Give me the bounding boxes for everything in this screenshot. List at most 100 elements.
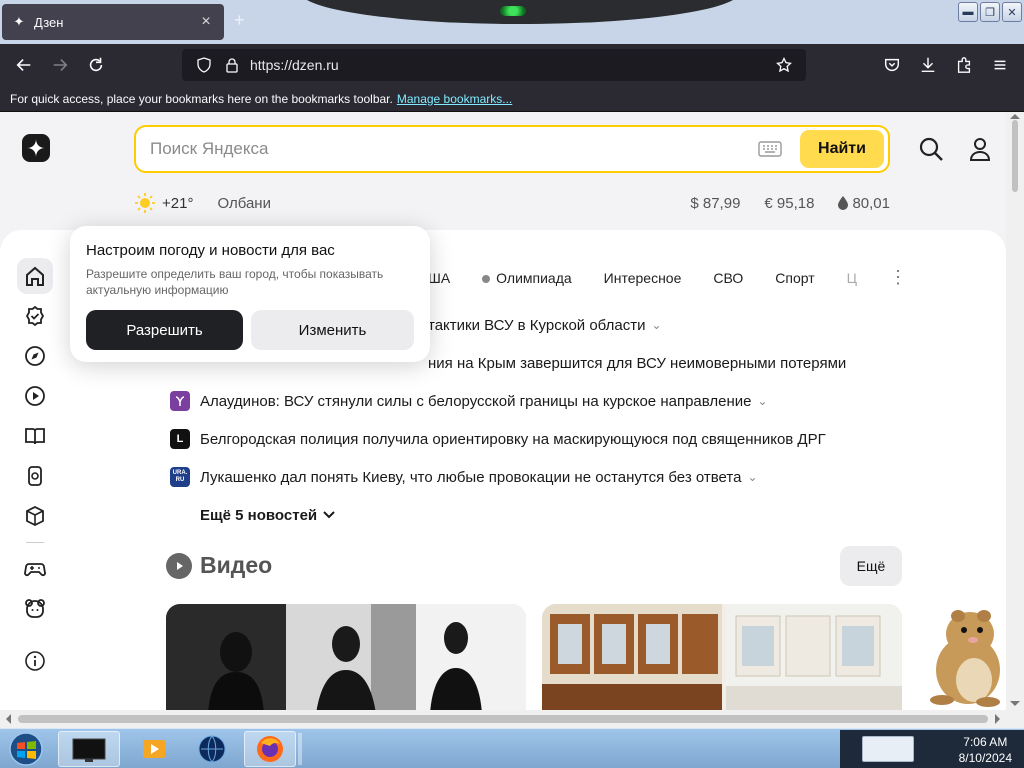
sidebar-item-kids[interactable]	[14, 589, 56, 629]
book-icon	[25, 428, 45, 445]
user-icon[interactable]	[968, 136, 992, 162]
scroll-down-arrow-icon[interactable]	[1010, 701, 1020, 706]
news-item[interactable]: L Белгородская полиция получила ориентир…	[170, 420, 890, 458]
sidebar-item-articles[interactable]	[14, 416, 56, 456]
sidebar-item-info[interactable]	[14, 641, 56, 681]
oil-rate[interactable]: 80,01	[838, 195, 890, 212]
hamster-mascot[interactable]	[918, 604, 1006, 708]
tab-interesting[interactable]: Интересное	[604, 270, 682, 286]
news-headline[interactable]: ния на Крым завершится для ВСУ неимоверн…	[428, 355, 846, 372]
more-news-button[interactable]: Ещё 5 новостей	[200, 498, 890, 532]
start-button[interactable]	[4, 731, 48, 767]
news-headline[interactable]: тактики ВСУ в Курской области	[428, 317, 645, 334]
sidebar-item-subscriptions[interactable]	[14, 296, 56, 336]
taskbar-app-firefox[interactable]	[244, 731, 296, 767]
video-more-button[interactable]: Ещё	[840, 546, 902, 586]
pocket-button[interactable]	[874, 49, 910, 81]
search-box: Найти	[134, 125, 890, 173]
download-icon	[921, 57, 935, 73]
gamepad-icon	[24, 563, 46, 577]
shield-icon[interactable]	[190, 55, 218, 75]
downloads-button[interactable]	[910, 49, 946, 81]
home-icon	[26, 266, 44, 286]
close-window-button[interactable]: ✕	[1002, 2, 1022, 22]
tab-close-icon[interactable]: ×	[198, 13, 214, 31]
taskbar-app-media[interactable]	[128, 731, 180, 767]
chevron-down-icon[interactable]: ⌄	[747, 470, 757, 484]
find-button[interactable]: Найти	[800, 130, 884, 168]
live-dot-icon	[482, 274, 491, 283]
back-button[interactable]	[6, 49, 42, 81]
scrollbar-thumb[interactable]	[1012, 120, 1018, 192]
city-name[interactable]: Олбани	[217, 195, 271, 212]
horizontal-scrollbar[interactable]	[0, 710, 1024, 728]
tab-olympics[interactable]: Олимпиада	[482, 270, 572, 286]
source-logo-ura: URA. RU	[170, 467, 190, 487]
vertical-scrollbar[interactable]	[1006, 112, 1024, 710]
video-thumbnail[interactable]	[542, 604, 902, 710]
bookmark-star-icon[interactable]	[770, 55, 798, 75]
chevron-down-icon[interactable]: ⌄	[757, 394, 767, 408]
info-line: +21° Олбани $ 87,99 € 95,18 80,01	[134, 192, 890, 214]
sidebar-item-shorts[interactable]	[14, 456, 56, 496]
allow-button[interactable]: Разрешить	[86, 310, 243, 351]
new-tab-button[interactable]: +	[234, 10, 245, 31]
scroll-up-arrow-icon[interactable]	[1010, 114, 1020, 119]
scroll-left-arrow-icon[interactable]	[6, 714, 11, 724]
check-badge-icon	[25, 305, 45, 327]
hamburger-icon	[994, 60, 1006, 70]
scroll-right-arrow-icon[interactable]	[995, 714, 1000, 724]
temperature[interactable]: +21°	[162, 195, 193, 212]
sidebar-item-gamepad[interactable]	[14, 549, 56, 589]
tab-usa[interactable]: ША	[428, 270, 450, 286]
tab-sport[interactable]: Спорт	[775, 270, 814, 286]
usd-rate[interactable]: $ 87,99	[690, 195, 740, 212]
reload-button[interactable]	[78, 49, 114, 81]
sidebar-divider	[26, 542, 44, 543]
reload-icon	[89, 57, 103, 72]
url-text[interactable]: https://dzen.ru	[250, 57, 770, 73]
back-arrow-icon	[16, 59, 31, 71]
search-input[interactable]	[150, 139, 758, 159]
sidebar-item-home[interactable]	[14, 256, 56, 296]
scrollbar-thumb[interactable]	[18, 715, 988, 723]
language-indicator[interactable]	[862, 736, 914, 762]
news-item[interactable]: Алаудинов: ВСУ стянули силы с белорусско…	[170, 382, 890, 420]
browser-tab[interactable]: ✦ Дзен ×	[2, 4, 224, 40]
news-headline[interactable]: Лукашенко дал понять Киеву, что любые пр…	[200, 469, 741, 486]
news-headline[interactable]: Алаудинов: ВСУ стянули силы с белорусско…	[200, 393, 751, 410]
video-section-title[interactable]: Видео	[200, 552, 272, 579]
sidebar-item-games[interactable]	[14, 496, 56, 536]
more-tabs-icon[interactable]: ⋮	[889, 267, 907, 288]
manage-bookmarks-link[interactable]: Manage bookmarks...	[397, 92, 512, 106]
clock-date: 8/10/2024	[958, 751, 1012, 765]
chevron-down-icon[interactable]: ⌄	[651, 318, 661, 332]
sidebar-item-explore[interactable]	[14, 336, 56, 376]
keyboard-icon[interactable]	[758, 140, 782, 158]
sidebar-item-video[interactable]	[14, 376, 56, 416]
extensions-button[interactable]	[946, 49, 982, 81]
lock-icon[interactable]	[218, 55, 246, 75]
bookmarks-hint: For quick access, place your bookmarks h…	[10, 91, 393, 106]
search-icon[interactable]	[918, 136, 944, 162]
maximize-button[interactable]: ❐	[980, 2, 1000, 22]
address-bar[interactable]: https://dzen.ru	[182, 49, 806, 81]
tab-truncated[interactable]: Ц	[847, 270, 857, 286]
tab-svo[interactable]: СВО	[713, 270, 743, 286]
taskbar-app-globe[interactable]	[186, 731, 238, 767]
video-thumbnail-image	[542, 604, 902, 710]
eur-rate[interactable]: € 95,18	[764, 195, 814, 212]
chevron-down-icon	[323, 511, 335, 519]
forward-button[interactable]	[42, 49, 78, 81]
dzen-logo[interactable]	[22, 134, 50, 162]
news-headline[interactable]: Белгородская полиция получила ориентиров…	[200, 431, 826, 448]
video-thumbnail[interactable]	[166, 604, 526, 710]
clock[interactable]: 7:06 AM 8/10/2024	[959, 734, 1012, 766]
taskbar-app-explorer[interactable]	[58, 731, 120, 767]
browser-titlebar: ✦ Дзен × + ▬ ❐ ✕	[0, 0, 1024, 44]
navigation-bar: https://dzen.ru	[0, 44, 1024, 86]
menu-button[interactable]	[982, 49, 1018, 81]
minimize-button[interactable]: ▬	[958, 2, 978, 22]
news-item[interactable]: URA. RU Лукашенко дал понять Киеву, что л…	[170, 458, 890, 496]
change-button[interactable]: Изменить	[251, 310, 414, 351]
